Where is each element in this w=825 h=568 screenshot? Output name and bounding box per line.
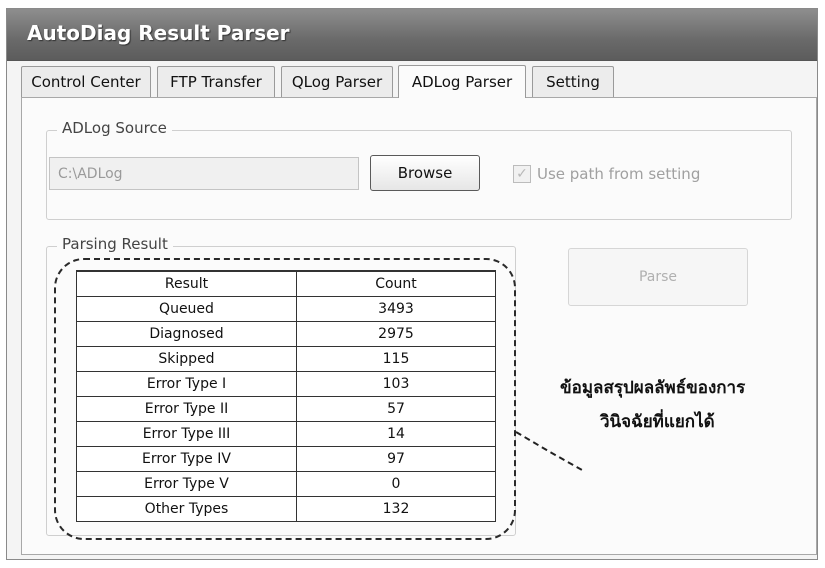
annotation-line-1: ข้อมูลสรุปผลลัพธ์ของการ xyxy=(560,378,746,398)
tab-adlog-parser[interactable]: ADLog Parser xyxy=(398,65,526,98)
tab-label: ADLog Parser xyxy=(411,73,513,91)
annotation-line-2: วินิจฉัยที่แยกได้ xyxy=(600,412,715,432)
